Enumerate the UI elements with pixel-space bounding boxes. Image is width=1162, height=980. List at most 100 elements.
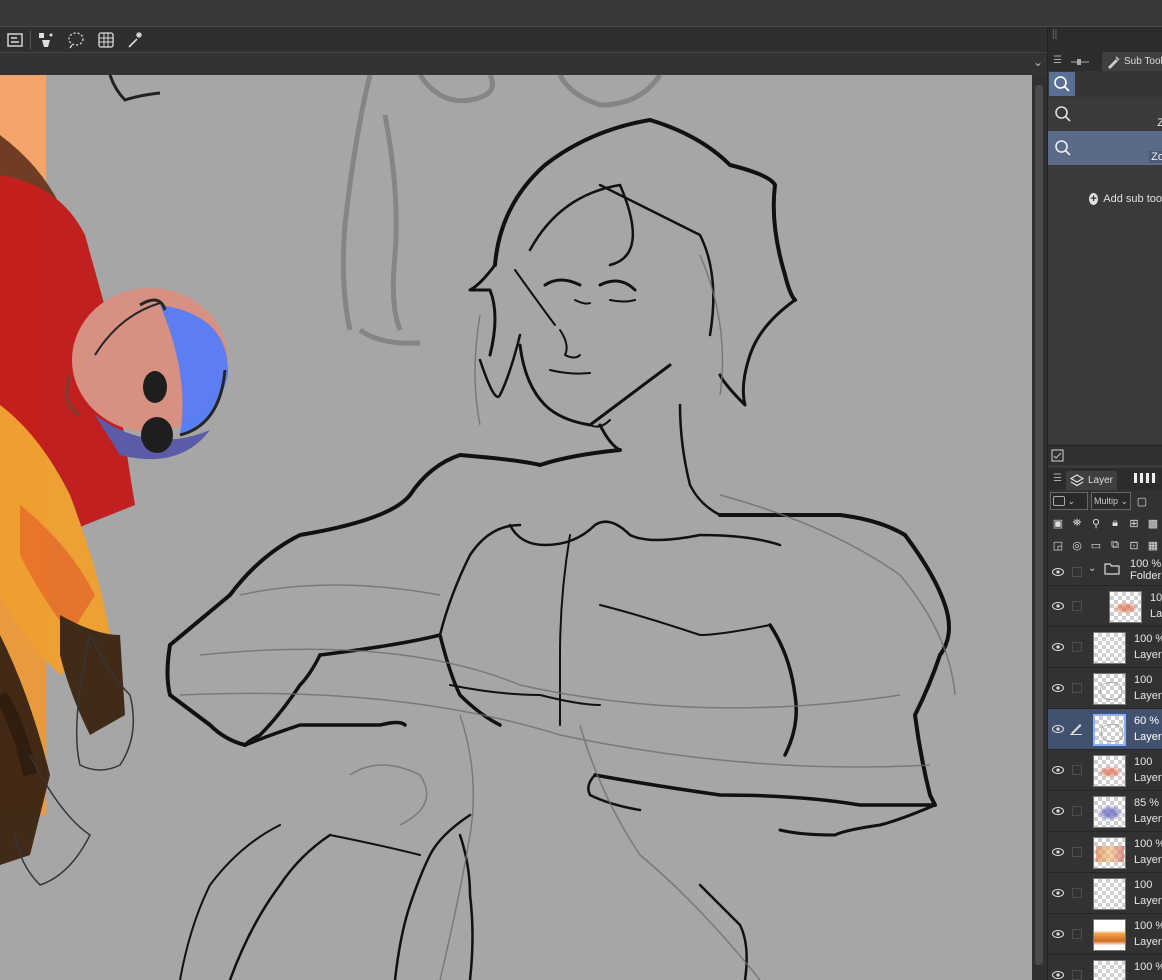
- chevron-down-icon[interactable]: ⌄: [1033, 55, 1043, 69]
- add-subtool-button[interactable]: + Add sub too: [1048, 193, 1162, 205]
- layer-row-active[interactable]: 60 % M Layer: [1048, 709, 1162, 750]
- layer-thumbnail: [1093, 878, 1126, 910]
- layer-row[interactable]: 100 % Layer: [1048, 627, 1162, 668]
- magic-sparkle-icon[interactable]: [121, 28, 151, 52]
- drawing-canvas[interactable]: [0, 75, 1032, 980]
- fill-tool-icon[interactable]: [31, 28, 61, 52]
- subtool-label: Z: [1155, 117, 1162, 129]
- eye-icon[interactable]: [1051, 886, 1065, 900]
- layer-menu-icon[interactable]: ☰: [1053, 473, 1062, 484]
- canvas-vertical-scrollbar[interactable]: [1032, 75, 1047, 980]
- reference-icon[interactable]: ⛯: [1069, 515, 1085, 531]
- layer-tab-label: Layer: [1088, 475, 1114, 486]
- layer-select-checkbox[interactable]: [1072, 567, 1082, 577]
- layer-row[interactable]: 100 Layer: [1048, 750, 1162, 791]
- layer-row[interactable]: 100 % Layer: [1048, 832, 1162, 873]
- draft-icon[interactable]: ⚲: [1088, 515, 1104, 531]
- layer-select-checkbox[interactable]: [1072, 683, 1082, 693]
- panel-grip-icon[interactable]: ||: [1052, 29, 1057, 40]
- layer-select-checkbox[interactable]: [1072, 847, 1082, 857]
- layer-select-checkbox[interactable]: [1072, 601, 1082, 611]
- new-raster-layer-icon[interactable]: ◲: [1050, 537, 1066, 553]
- clip-icon[interactable]: ▣: [1050, 515, 1066, 531]
- eye-icon[interactable]: [1051, 599, 1065, 613]
- layer-name: Layer: [1134, 649, 1162, 661]
- layer-name: Layer: [1134, 813, 1162, 825]
- layer-name: Layer: [1134, 854, 1162, 866]
- panel-menu-icon[interactable]: ☰: [1053, 55, 1062, 66]
- layer-row[interactable]: 100 %: [1048, 955, 1162, 980]
- layer-color-select[interactable]: ⌄: [1050, 492, 1088, 510]
- layer-select-checkbox[interactable]: [1072, 888, 1082, 898]
- construction-lines: [179, 254, 956, 980]
- lasso-icon[interactable]: [61, 28, 91, 52]
- new-vector-layer-icon[interactable]: ◎: [1069, 537, 1085, 553]
- slider-icon: [1071, 58, 1089, 65]
- subtool-zoom-out[interactable]: Zo: [1048, 131, 1162, 165]
- foot-sketch: [108, 75, 161, 102]
- layer-row[interactable]: 10 La: [1048, 586, 1162, 627]
- new-folder-icon[interactable]: ▭: [1088, 537, 1104, 553]
- layer-row[interactable]: 85 % N Layer: [1048, 791, 1162, 832]
- background-sketch: [340, 75, 663, 346]
- eye-icon[interactable]: [1051, 681, 1065, 695]
- menu-bar: [0, 0, 1162, 27]
- layer-property-icon[interactable]: [0, 28, 30, 52]
- layer-opacity: 10: [1150, 592, 1162, 604]
- eye-icon[interactable]: [1051, 640, 1065, 654]
- opacity-swatch-icon[interactable]: ▢: [1134, 493, 1150, 509]
- eye-icon[interactable]: [1051, 968, 1065, 980]
- copy-layer-icon[interactable]: ⧉: [1107, 537, 1123, 553]
- blend-mode-row: ⌄ Multip ⌄ ▢: [1048, 490, 1162, 512]
- subtool-tab-bar: || ☰ Sub Tool: [1048, 27, 1162, 71]
- plus-icon: +: [1089, 193, 1099, 205]
- layer-name: Layer: [1134, 936, 1162, 948]
- tab-layer[interactable]: Layer: [1066, 471, 1118, 490]
- layer-thumbnail: [1093, 837, 1126, 869]
- lock-icon[interactable]: 🔒︎: [1107, 515, 1123, 531]
- layer-select-checkbox[interactable]: [1072, 929, 1082, 939]
- layer-name: Folder: [1130, 570, 1162, 582]
- delete-layer-icon[interactable]: ▦: [1145, 537, 1161, 553]
- layer-select-checkbox[interactable]: [1072, 765, 1082, 775]
- eye-icon[interactable]: [1051, 565, 1065, 579]
- subtool-zoom-in[interactable]: Z: [1048, 97, 1162, 131]
- zoom-icon: [1055, 140, 1071, 156]
- eye-icon[interactable]: [1051, 763, 1065, 777]
- layer-thumbnail: [1093, 673, 1126, 705]
- eye-icon[interactable]: [1051, 845, 1065, 859]
- layer-row[interactable]: 100 Layer: [1048, 873, 1162, 914]
- layer-row[interactable]: 100 Layer: [1048, 668, 1162, 709]
- layer-opacity: 100 %: [1134, 633, 1162, 645]
- chevron-down-icon[interactable]: ⌄: [1088, 563, 1096, 574]
- blend-mode-select[interactable]: Multip ⌄: [1091, 492, 1131, 510]
- merge-layer-icon[interactable]: ⊡: [1126, 537, 1142, 553]
- layer-list: ⌄ 100 % Folder 10 La 100 %: [1048, 558, 1162, 980]
- layer-name: Layer: [1134, 772, 1162, 784]
- grid-icon[interactable]: [91, 28, 121, 52]
- layer-thumbnail: [1093, 714, 1126, 746]
- checklist-icon[interactable]: [1051, 448, 1065, 463]
- layer-opacity: 100 %: [1130, 558, 1162, 570]
- layer-select-checkbox[interactable]: [1072, 970, 1082, 980]
- layer-select-checkbox[interactable]: [1072, 806, 1082, 816]
- subtool-label: Zo: [1149, 151, 1162, 163]
- mask-icon[interactable]: ▩: [1145, 515, 1161, 531]
- blend-mode-value: Multip: [1094, 496, 1119, 506]
- tab-sub-tool[interactable]: Sub Tool: [1102, 52, 1162, 71]
- eye-icon[interactable]: [1051, 927, 1065, 941]
- layer-row[interactable]: 100 % Layer: [1048, 914, 1162, 955]
- lock-alpha-icon[interactable]: ⊞: [1126, 515, 1142, 531]
- layer-thumbnail: [1093, 919, 1126, 951]
- eye-icon[interactable]: [1051, 804, 1065, 818]
- layer-select-checkbox[interactable]: [1072, 642, 1082, 652]
- layer-panel: ☰ Layer ⌄ Multip ⌄ ▢ ▣ ⛯ ⚲ 🔒︎ ⊞ ▩ ◲ ◎ ▭ …: [1048, 468, 1162, 980]
- scrollbar-thumb[interactable]: [1035, 85, 1043, 965]
- layer-row-folder[interactable]: ⌄ 100 % Folder: [1048, 558, 1162, 586]
- layer-thumbnail: [1093, 960, 1126, 980]
- layers-icon: [1070, 473, 1084, 486]
- tool-property-tab[interactable]: [1066, 52, 1100, 71]
- eye-icon[interactable]: [1051, 722, 1065, 736]
- zoom-group-tile[interactable]: [1049, 72, 1075, 96]
- layer-name: Layer: [1134, 690, 1162, 702]
